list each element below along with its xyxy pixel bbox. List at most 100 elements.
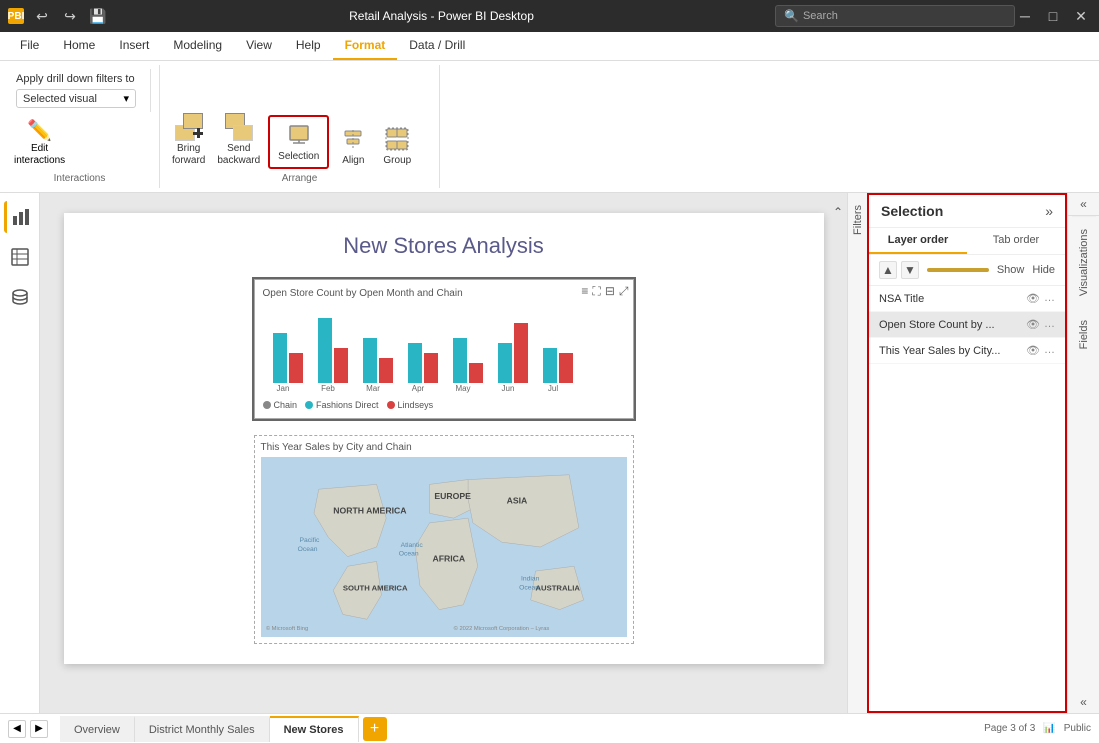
app-title: Retail Analysis - Power BI Desktop [349,9,534,23]
svg-text:EUROPE: EUROPE [434,491,471,501]
group-icon [383,125,411,153]
redo-btn[interactable]: ↪ [60,6,80,26]
svg-text:AFRICA: AFRICA [432,553,465,563]
visibility-icon-2[interactable]: 👁 [1026,318,1040,331]
close-btn[interactable]: ✕ [1071,6,1091,26]
chart-title: Open Store Count by Open Month and Chain [263,288,625,299]
more-options-icon[interactable]: … [1044,292,1055,305]
tab-overview[interactable]: Overview [60,716,135,742]
selection-panel-collapse-btn[interactable]: » [1045,203,1053,219]
right-sidebar-visualizations-tab[interactable]: Visualizations [1072,216,1096,308]
tab-view[interactable]: View [234,32,284,60]
title-bar-center: Retail Analysis - Power BI Desktop [108,9,775,23]
svg-text:May: May [455,384,470,393]
send-backward-btn[interactable]: Sendbackward [213,111,264,169]
legend-chain: Chain [263,400,298,410]
selection-item-open-store-actions: 👁 … [1026,318,1055,331]
search-icon: 🔍 [784,9,799,23]
page-prev-btn[interactable]: ◀ [8,720,26,738]
svg-text:Indian: Indian [521,576,540,583]
page-title: New Stores Analysis [84,233,804,259]
legend-fashions-label: Fashions Direct [316,400,379,410]
tab-home[interactable]: Home [51,32,107,60]
left-sidebar [0,193,40,713]
maximize-btn[interactable]: □ [1043,6,1063,26]
map-visual-container[interactable]: This Year Sales by City and Chain [254,435,634,644]
selection-btn[interactable]: Selection [268,115,329,169]
move-down-btn[interactable]: ▼ [901,261,919,279]
visibility-icon[interactable]: 👁 [1026,292,1040,305]
tab-district-monthly-sales[interactable]: District Monthly Sales [135,716,270,742]
interactions-group-content: Apply drill down filters to Selected vis… [8,69,151,112]
edit-interactions-label: Editinteractions [14,143,65,167]
edit-interactions-icon: ✏️ [27,118,52,143]
page-next-btn[interactable]: ▶ [30,720,48,738]
group-label: Group [383,155,411,167]
filter-sidebar-tab[interactable]: Filters [848,193,868,247]
move-up-btn[interactable]: ▲ [879,261,897,279]
selection-panel-title: Selection [881,203,943,219]
undo-btn[interactable]: ↩ [32,6,52,26]
right-sidebar-collapse-bottom[interactable]: « [1076,691,1091,713]
drill-filter-dropdown[interactable]: Selected visual ▾ [16,89,136,108]
tab-help[interactable]: Help [284,32,333,60]
edit-interactions-btn[interactable]: ✏️ Editinteractions [8,116,71,169]
arrange-group-items: Bringforward Sendbackward [168,69,431,169]
tab-layer-order[interactable]: Layer order [869,228,967,254]
selection-item-nsa-title-label: NSA Title [879,293,1026,305]
visual-expand-icon[interactable]: ⤢ [619,284,629,299]
right-sidebar-fields-tab[interactable]: Fields [1072,308,1096,361]
tab-tab-order[interactable]: Tab order [967,228,1065,254]
dropdown-chevron-icon: ▾ [123,92,129,105]
svg-text:AUSTRALIA: AUSTRALIA [535,583,580,592]
report-page: New Stores Analysis ≡ ⛶ ⊟ ⤢ Open Store C… [64,213,824,664]
svg-text:ASIA: ASIA [506,496,527,506]
minimize-btn[interactable]: ─ [1015,6,1035,26]
title-bar-right: ─ □ ✕ [1015,6,1091,26]
status-bar: Page 3 of 3 📊 Public [976,723,1099,734]
align-btn[interactable]: Align [333,123,373,169]
svg-text:Ocean: Ocean [398,551,418,558]
right-sidebar-collapse-btn[interactable]: « [1068,193,1099,216]
selection-panel-tabs: Layer order Tab order [869,228,1065,255]
tab-format[interactable]: Format [333,32,398,60]
title-bar: PBI ↩ ↪ 💾 Retail Analysis - Power BI Des… [0,0,1099,32]
canvas-scroll[interactable]: New Stores Analysis ≡ ⛶ ⊟ ⤢ Open Store C… [40,193,847,713]
main-layout: New Stores Analysis ≡ ⛶ ⊟ ⤢ Open Store C… [0,193,1099,713]
tab-new-stores[interactable]: New Stores [270,716,359,742]
selection-item-sales-city[interactable]: This Year Sales by City... 👁 … [869,338,1065,364]
canvas-collapse-controls: ⌃ [829,201,847,223]
search-box[interactable]: 🔍 Search [775,5,1015,27]
add-page-btn[interactable]: + [363,717,387,741]
arrange-group-label: Arrange [168,169,431,184]
selection-item-nsa-title[interactable]: NSA Title 👁 … [869,286,1065,312]
sidebar-icon-bar-chart[interactable] [4,201,36,233]
svg-text:Jan: Jan [276,384,289,393]
ribbon-content: Apply drill down filters to Selected vis… [0,61,1099,192]
visual-focus-icon[interactable]: ⛶ [592,284,600,299]
save-btn[interactable]: 💾 [88,6,108,26]
group-btn[interactable]: Group [377,123,417,169]
map-visual: NORTH AMERICA SOUTH AMERICA EUROPE ASIA … [261,457,627,637]
svg-text:SOUTH AMERICA: SOUTH AMERICA [342,583,407,592]
collapse-right-btn[interactable]: ⌃ [829,201,847,223]
more-options-icon-2[interactable]: … [1044,318,1055,331]
legend-chain-label: Chain [274,400,298,410]
world-map-svg: NORTH AMERICA SOUTH AMERICA EUROPE ASIA … [261,457,627,637]
visual-filter-icon[interactable]: ⊟ [605,284,615,299]
bar-chart-visual[interactable]: ≡ ⛶ ⊟ ⤢ Open Store Count by Open Month a… [254,279,634,419]
tab-file[interactable]: File [8,32,51,60]
selection-item-open-store[interactable]: Open Store Count by ... 👁 … [869,312,1065,338]
tab-data-drill[interactable]: Data / Drill [397,32,477,60]
visual-menu-icon[interactable]: ≡ [581,284,588,299]
tab-insert[interactable]: Insert [107,32,161,60]
filter-sidebar: Filters [847,193,867,713]
visual-toolbar: ≡ ⛶ ⊟ ⤢ [581,284,628,299]
bring-forward-btn[interactable]: Bringforward [168,111,209,169]
show-label: Show [997,264,1025,276]
more-options-icon-3[interactable]: … [1044,344,1055,357]
tab-modeling[interactable]: Modeling [161,32,234,60]
sidebar-icon-data[interactable] [4,281,36,313]
visibility-icon-3[interactable]: 👁 [1026,344,1040,357]
sidebar-icon-table[interactable] [4,241,36,273]
